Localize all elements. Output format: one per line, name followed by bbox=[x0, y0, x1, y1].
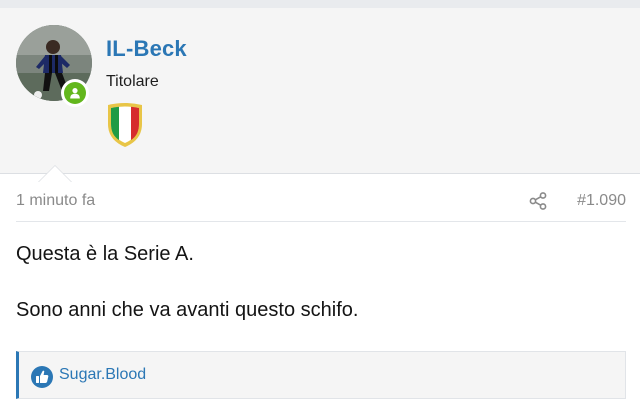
user-panel: IL-Beck Titolare bbox=[0, 8, 640, 182]
reaction-user-link[interactable]: Sugar.Blood bbox=[59, 366, 146, 384]
post-paragraph: Questa è la Serie A. bbox=[16, 243, 194, 265]
scudetto-icon bbox=[106, 102, 144, 148]
post-number-link[interactable]: #1.090 bbox=[577, 192, 626, 210]
reactions-bar: Sugar.Blood bbox=[16, 351, 626, 399]
post-meta: 1 minuto fa #1.090 bbox=[16, 182, 626, 222]
post-time[interactable]: 1 minuto fa bbox=[16, 192, 95, 210]
user-title: Titolare bbox=[106, 73, 159, 90]
like-icon bbox=[31, 366, 53, 388]
username-link[interactable]: IL-Beck bbox=[106, 36, 187, 62]
online-badge bbox=[61, 79, 89, 107]
post-paragraph: Sono anni che va avanti questo schifo. bbox=[16, 299, 359, 321]
message-pointer bbox=[38, 165, 72, 182]
post-body: Questa è la Serie A. Sono anni che va av… bbox=[16, 240, 624, 324]
user-online-icon bbox=[70, 88, 80, 99]
share-icon[interactable] bbox=[528, 191, 548, 211]
top-border bbox=[0, 0, 640, 8]
